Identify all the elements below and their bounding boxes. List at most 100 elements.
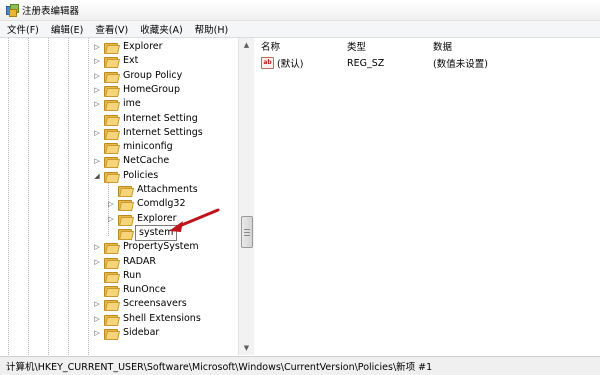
tree-item-label: Policies — [123, 169, 159, 181]
scroll-up-arrow-icon[interactable]: ▲ — [239, 38, 254, 52]
tree-item-label: Explorer — [123, 41, 163, 52]
menu-view[interactable]: 查看(V) — [90, 22, 133, 36]
expand-arrow-icon[interactable]: ▷ — [93, 297, 101, 311]
tree-item-label: Group Policy — [123, 69, 183, 81]
value-name: (默认) — [277, 59, 304, 70]
tree-item[interactable]: ◢ Policies — [93, 169, 160, 183]
expand-arrow-icon — [93, 283, 101, 297]
tree-item-label: HomeGroup — [123, 83, 180, 95]
tree-item-label: Internet Setting — [123, 112, 198, 124]
column-header-name[interactable]: 名称 — [255, 38, 342, 54]
folder-icon — [104, 328, 120, 340]
folder-icon — [104, 99, 120, 112]
folder-icon — [118, 185, 134, 197]
status-bar: 计算机\HKEY_CURRENT_USER\Software\Microsoft… — [0, 356, 600, 375]
folder-icon — [104, 271, 120, 283]
tree-scrollbar[interactable]: ▲ ▼ — [238, 38, 254, 355]
value-data-cell: (数值未设置) — [433, 56, 488, 70]
tree-item[interactable]: ▷ RADAR — [93, 255, 158, 269]
expand-arrow-icon[interactable]: ▷ — [93, 255, 101, 269]
expand-arrow-icon[interactable]: ▷ — [93, 154, 101, 168]
expand-arrow-icon[interactable]: ▷ — [93, 40, 101, 54]
value-data: (数值未设置) — [433, 59, 488, 70]
menu-help[interactable]: 帮助(H) — [190, 22, 234, 36]
expand-arrow-icon — [107, 226, 115, 240]
tree-item[interactable]: ▷ ime — [93, 97, 143, 112]
menu-favorites[interactable]: 收藏夹(A) — [135, 22, 187, 36]
expand-arrow-icon[interactable]: ▷ — [93, 326, 101, 340]
expand-arrow-icon[interactable]: ▷ — [93, 126, 101, 140]
expand-arrow-icon[interactable]: ▷ — [107, 212, 115, 226]
value-type: REG_SZ — [347, 57, 385, 69]
folder-icon — [104, 299, 120, 312]
tree-item[interactable]: Internet Setting — [93, 112, 200, 126]
tree-guide-line — [8, 38, 9, 355]
tree-item[interactable]: ▷ HomeGroup — [93, 83, 182, 97]
tree-item[interactable]: ▷ Internet Settings — [93, 126, 205, 140]
folder-icon — [104, 71, 120, 83]
folder-icon — [118, 214, 134, 226]
tree-item[interactable]: ▷ Ext — [93, 54, 140, 69]
tree-item[interactable]: miniconfig — [93, 140, 175, 155]
collapse-arrow-icon[interactable]: ◢ — [93, 169, 101, 183]
folder-icon — [104, 257, 120, 269]
menu-edit[interactable]: 编辑(E) — [46, 22, 88, 36]
expand-arrow-icon[interactable]: ▷ — [93, 97, 101, 111]
expand-arrow-icon — [93, 140, 101, 154]
menu-bar: 文件(F) 编辑(E) 查看(V) 收藏夹(A) 帮助(H) — [0, 21, 600, 38]
tree-guide-line — [68, 38, 69, 355]
tree-item-label: Run — [123, 269, 142, 281]
scrollbar-thumb[interactable] — [241, 216, 253, 248]
expand-arrow-icon[interactable]: ▷ — [93, 312, 101, 326]
folder-icon — [118, 199, 134, 212]
tree-item[interactable]: ▷ Group Policy — [93, 69, 184, 83]
values-list[interactable]: 名称 类型 数据 ab (默认) REG_SZ (数值未设置) — [255, 38, 600, 355]
scroll-down-arrow-icon[interactable]: ▼ — [239, 341, 254, 355]
tree-item[interactable]: Attachments — [107, 183, 200, 197]
expand-arrow-icon — [93, 269, 101, 283]
tree-item[interactable]: ▷ Shell Extensions — [93, 312, 203, 326]
tree-item-label: Ext — [123, 55, 139, 67]
value-row[interactable]: ab (默认) — [261, 56, 303, 70]
expand-arrow-icon[interactable]: ▷ — [93, 83, 101, 97]
tree-item[interactable]: ▷ Sidebar — [93, 326, 161, 340]
column-header-data[interactable]: 数据 — [427, 38, 513, 54]
folder-icon — [104, 85, 120, 97]
folder-icon — [104, 314, 120, 326]
column-header-type[interactable]: 类型 — [341, 38, 428, 54]
tree-item[interactable]: ▷ Screensavers — [93, 297, 189, 312]
expand-arrow-icon — [107, 183, 115, 197]
title-bar: 注册表编辑器 — [0, 0, 600, 21]
status-path: 计算机\HKEY_CURRENT_USER\Software\Microsoft… — [6, 362, 433, 373]
tree-item[interactable]: ▷ Explorer — [93, 40, 165, 54]
folder-icon — [104, 242, 120, 255]
folder-icon — [118, 228, 134, 240]
tree-item[interactable]: ▷ PropertySystem — [93, 240, 201, 255]
tree-item-label: Internet Settings — [123, 126, 203, 138]
expand-arrow-icon[interactable]: ▷ — [93, 69, 101, 83]
tree-item-label: Attachments — [137, 184, 198, 195]
tree-item-label: ime — [123, 98, 141, 110]
folder-icon — [104, 156, 120, 169]
window-title: 注册表编辑器 — [22, 6, 80, 17]
expand-arrow-icon — [93, 112, 101, 126]
folder-icon — [104, 56, 120, 69]
expand-arrow-icon[interactable]: ▷ — [107, 197, 115, 211]
folder-icon — [104, 128, 120, 140]
registry-editor-icon — [6, 4, 19, 17]
string-value-icon: ab — [261, 57, 274, 69]
expand-arrow-icon[interactable]: ▷ — [93, 240, 101, 254]
annotation-arrow-icon — [169, 208, 220, 232]
registry-tree[interactable]: ▷ Explorer ▷ Ext ▷ Group Policy ▷ HomeGroup ▷ ime… — [0, 38, 254, 355]
expand-arrow-icon[interactable]: ▷ — [93, 54, 101, 68]
menu-file[interactable]: 文件(F) — [2, 22, 44, 36]
folder-icon — [104, 285, 120, 298]
tree-item-label: NetCache — [123, 155, 170, 167]
tree-guide-line — [48, 38, 49, 355]
tree-item[interactable]: Run — [93, 269, 143, 283]
folder-icon — [104, 142, 120, 155]
tree-item[interactable]: RunOnce — [93, 283, 168, 298]
tree-item[interactable]: ▷ NetCache — [93, 154, 171, 169]
tree-guide-line — [88, 38, 89, 355]
folder-icon — [104, 42, 120, 54]
